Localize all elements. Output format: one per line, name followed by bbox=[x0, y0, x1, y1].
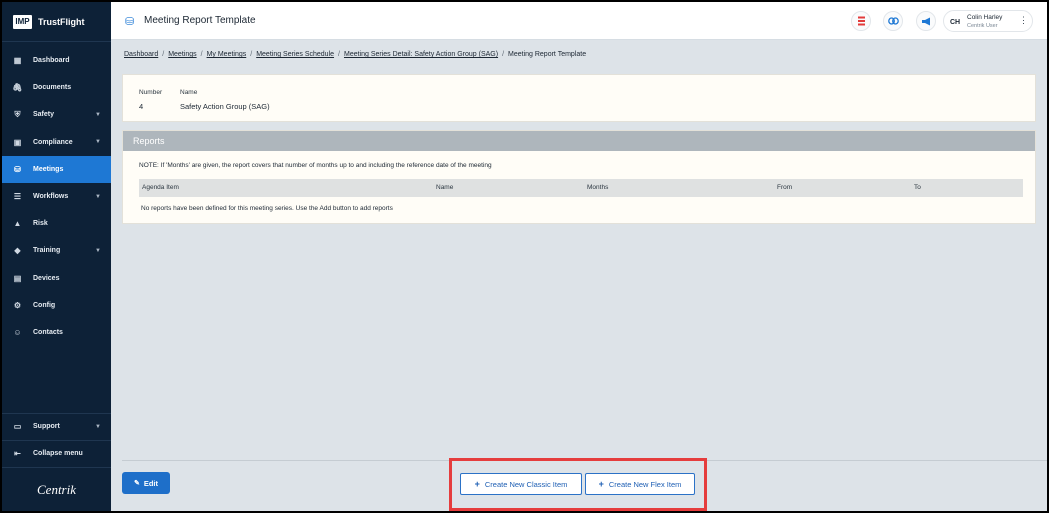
sidebar-item-label: Training bbox=[33, 247, 61, 255]
user-menu[interactable]: CH Colin Harley Centrik User ⋮ bbox=[943, 10, 1033, 32]
graduation-cap-icon: ◆ bbox=[14, 246, 21, 256]
breadcrumb-dashboard[interactable]: Dashboard bbox=[124, 51, 158, 58]
meetings-icon: ⛁ bbox=[125, 16, 135, 28]
breadcrumb-series-schedule[interactable]: Meeting Series Schedule bbox=[256, 51, 334, 58]
sidebar-item-label: Workflows bbox=[33, 193, 69, 201]
devices-icon: ▤ bbox=[13, 273, 22, 283]
sidebar-item-label: Support bbox=[33, 423, 60, 431]
more-vertical-icon[interactable]: ⋮ bbox=[1019, 15, 1028, 26]
create-flex-item-label: Create New Flex Item bbox=[608, 479, 682, 489]
sidebar-item-risk[interactable]: ▲ Risk bbox=[2, 210, 111, 237]
sidebar-item-label: Devices bbox=[33, 274, 60, 282]
risk-icon: ▲ bbox=[13, 219, 22, 229]
edit-button-label: Edit bbox=[143, 478, 159, 488]
megaphone-icon bbox=[922, 17, 930, 25]
page-title: Meeting Report Template bbox=[144, 15, 256, 26]
sidebar-item-label: Documents bbox=[33, 84, 72, 92]
sidebar-item-meetings[interactable]: ⛁ Meetings bbox=[2, 155, 111, 183]
sidebar-item-label: Config bbox=[33, 301, 56, 309]
sidebar-item-label: Contacts bbox=[33, 328, 63, 336]
sidebar-item-label: Risk bbox=[33, 220, 48, 228]
user-name: Colin Harley bbox=[967, 14, 1003, 21]
chevron-down-icon: ▼ bbox=[95, 423, 101, 430]
brand-name: TrustFlight bbox=[38, 16, 85, 27]
column-header-from[interactable]: From bbox=[777, 184, 792, 191]
empty-reports-message: No reports have been defined for this me… bbox=[141, 205, 393, 212]
brand[interactable]: IMP TrustFlight bbox=[2, 2, 111, 42]
announcement-button[interactable] bbox=[916, 11, 936, 31]
sidebar-item-documents[interactable]: 🖇 Documents bbox=[2, 74, 111, 101]
chevron-down-icon: ▼ bbox=[95, 193, 101, 200]
sidebar-item-compliance[interactable]: ▣ Compliance ▼ bbox=[2, 129, 111, 156]
name-label: Name bbox=[180, 89, 198, 96]
link-button[interactable] bbox=[883, 11, 903, 31]
column-header-agenda-item[interactable]: Agenda Item bbox=[142, 184, 179, 191]
sidebar-nav: ▦ Dashboard 🖇 Documents ⛨ Safety ▼ ▣ Com… bbox=[2, 47, 111, 346]
column-header-name[interactable]: Name bbox=[436, 184, 453, 191]
edit-button[interactable]: ✎ Edit bbox=[122, 472, 170, 494]
create-classic-item-button[interactable]: + Create New Classic Item bbox=[460, 473, 582, 495]
column-header-to[interactable]: To bbox=[914, 184, 921, 191]
sidebar: IMP TrustFlight ▦ Dashboard 🖇 Documents … bbox=[2, 2, 111, 511]
dashboard-icon: ▦ bbox=[13, 56, 22, 66]
centrik-logo: Centrik bbox=[2, 467, 111, 511]
sidebar-item-label: Dashboard bbox=[33, 57, 70, 65]
app-frame: IMP TrustFlight ▦ Dashboard 🖇 Documents … bbox=[2, 2, 1047, 511]
paperclip-icon: 🖇 bbox=[12, 83, 23, 93]
avatar: CH bbox=[949, 18, 961, 26]
meetings-icon: ⛁ bbox=[14, 164, 21, 174]
sidebar-item-label: Meetings bbox=[33, 165, 64, 173]
reports-table-header: Agenda Item Name Months From To bbox=[139, 179, 1023, 197]
shield-icon: ⛨ bbox=[14, 109, 21, 119]
pencil-icon: ✎ bbox=[133, 480, 140, 487]
sidebar-item-label: Safety bbox=[33, 111, 55, 119]
link-icon bbox=[887, 17, 899, 25]
sidebar-item-label: Collapse menu bbox=[33, 450, 83, 458]
clipboard-icon: ▣ bbox=[13, 137, 22, 147]
reports-title: Reports bbox=[123, 131, 1035, 151]
plus-icon: + bbox=[598, 479, 604, 489]
sidebar-item-devices[interactable]: ▤ Devices bbox=[2, 265, 111, 292]
sidebar-item-training[interactable]: ◆ Training ▼ bbox=[2, 237, 111, 264]
breadcrumb-my-meetings[interactable]: My Meetings bbox=[207, 51, 247, 58]
support-icon: ▭ bbox=[13, 422, 22, 432]
sidebar-item-contacts[interactable]: ☺ Contacts bbox=[2, 319, 111, 346]
chevron-down-icon: ▼ bbox=[95, 247, 101, 254]
template-info-card: Number 4 Name Safety Action Group (SAG) bbox=[122, 74, 1036, 122]
breadcrumb: Dashboard / Meetings / My Meetings / Meeting S… bbox=[124, 51, 587, 58]
sidebar-item-safety[interactable]: ⛨ Safety ▼ bbox=[2, 101, 111, 128]
chevron-down-icon: ▼ bbox=[95, 111, 101, 118]
sidebar-item-workflows[interactable]: ☰ Workflows ▼ bbox=[2, 183, 111, 210]
imp-logo: IMP bbox=[13, 14, 32, 29]
name-value: Safety Action Group (SAG) bbox=[180, 102, 270, 111]
breadcrumb-current: Meeting Report Template bbox=[508, 51, 587, 58]
plus-icon: + bbox=[474, 479, 480, 489]
create-classic-item-label: Create New Classic Item bbox=[484, 479, 568, 489]
workflow-icon: ☰ bbox=[13, 192, 22, 202]
report-icon bbox=[857, 16, 865, 26]
sidebar-item-label: Compliance bbox=[33, 138, 73, 146]
top-header: ⛁ Meeting Report Template CH Colin Harle… bbox=[111, 2, 1047, 40]
breadcrumb-meetings[interactable]: Meetings bbox=[168, 51, 196, 58]
sidebar-item-config[interactable]: ⚙ Config bbox=[2, 292, 111, 319]
sidebar-item-support[interactable]: ▭ Support ▼ bbox=[2, 412, 111, 440]
reports-panel: Reports NOTE: If 'Months' are given, the… bbox=[122, 130, 1036, 224]
contacts-icon: ☺ bbox=[13, 327, 22, 337]
collapse-menu-button[interactable]: ⇤ Collapse menu bbox=[2, 439, 111, 467]
number-value: 4 bbox=[139, 102, 144, 111]
gear-icon: ⚙ bbox=[13, 300, 22, 310]
sidebar-item-dashboard[interactable]: ▦ Dashboard bbox=[2, 47, 111, 74]
breadcrumb-series-detail[interactable]: Meeting Series Detail: Safety Action Gro… bbox=[344, 51, 498, 58]
chevron-down-icon: ▼ bbox=[95, 139, 101, 146]
create-flex-item-button[interactable]: + Create New Flex Item bbox=[585, 473, 695, 495]
collapse-icon: ⇤ bbox=[14, 449, 21, 459]
sidebar-bottom: ▭ Support ▼ ⇤ Collapse menu Centrik bbox=[2, 412, 111, 511]
user-role: Centrik User bbox=[967, 23, 998, 29]
reports-note: NOTE: If 'Months' are given, the report … bbox=[139, 162, 492, 169]
report-button[interactable] bbox=[851, 11, 871, 31]
number-label: Number bbox=[139, 89, 163, 96]
column-header-months[interactable]: Months bbox=[587, 184, 608, 191]
